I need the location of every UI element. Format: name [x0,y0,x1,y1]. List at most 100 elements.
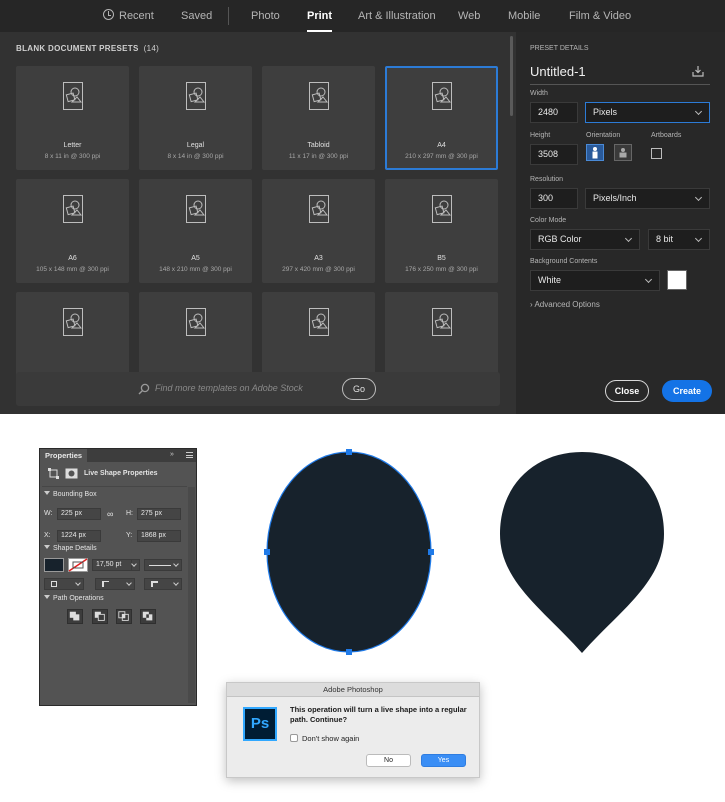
preset-name: Letter [63,142,82,149]
create-button[interactable]: Create [662,380,712,402]
new-document-dialog: Recent Saved Photo Print Art & Illustrat… [0,0,725,414]
stroke-align-dropdown[interactable] [44,578,84,590]
document-preset-icon [309,308,329,336]
dont-show-again-checkbox[interactable] [290,734,298,742]
left-anchor-handle[interactable] [264,549,270,555]
resolution-unit-select[interactable]: Pixels/Inch [585,188,710,209]
color-mode-label: Color Mode [530,217,567,224]
stroke-corners-dropdown[interactable] [144,578,182,590]
stroke-color-swatch[interactable] [68,558,88,572]
live-shape-properties-title: Live Shape Properties [84,470,158,477]
panel-menu-icon[interactable] [186,452,193,458]
properties-scrollbar[interactable] [188,487,195,703]
color-mode-select[interactable]: RGB Color [530,229,640,250]
exclude-overlap-icon[interactable] [140,609,156,624]
stroke-line-icon [149,565,171,566]
preset-card-a6[interactable]: A6 105 x 148 mm @ 300 ppi [16,179,129,283]
close-button[interactable]: Close [605,380,649,402]
preset-name: Tabloid [307,142,330,149]
stroke-caps-dropdown[interactable] [95,578,135,590]
stock-search-bar[interactable]: Find more templates on Adobe Stock Go [16,372,500,406]
artboards-checkbox[interactable] [651,148,662,159]
teardrop-shape-canvas [500,452,664,653]
document-preset-icon [309,195,329,223]
top-anchor-handle[interactable] [346,449,352,455]
tab-photo[interactable]: Photo [251,0,280,32]
document-preset-icon [309,82,329,110]
preset-name: A5 [191,255,200,262]
h-input[interactable]: 275 px [137,508,181,520]
w-label: W: [44,510,53,517]
ellipse-shape-canvas [264,449,434,655]
preset-card-a5[interactable]: A5 148 x 210 mm @ 300 ppi [139,179,252,283]
document-preset-icon [432,195,452,223]
disclosure-icon [44,595,50,599]
document-name-field[interactable]: Untitled-1 [530,64,586,79]
fill-color-swatch[interactable] [44,558,64,572]
bottom-anchor-handle[interactable] [346,649,352,655]
stroke-corners-icon [151,581,158,587]
resolution-input[interactable]: 300 [530,188,578,209]
subtract-shapes-icon[interactable] [92,609,108,624]
preset-card-b5[interactable]: B5 176 x 250 mm @ 300 ppi [385,179,498,283]
background-color-swatch[interactable] [667,270,687,290]
properties-tab[interactable]: Properties [40,449,88,462]
selected-ellipse-shape[interactable] [266,451,432,653]
alert-message: This operation will turn a live shape in… [290,705,467,724]
tab-print[interactable]: Print [307,0,333,32]
mask-icon[interactable] [65,468,78,479]
height-input[interactable]: 3508 [530,144,578,165]
tab-film-video[interactable]: Film & Video [569,0,631,32]
bit-depth-select[interactable]: 8 bit [648,229,710,250]
width-label: Width [530,90,548,97]
stroke-align-icon [51,581,57,587]
presets-scrollbar[interactable] [510,36,513,116]
collapse-icon[interactable]: » [170,451,174,458]
preset-card-a4[interactable]: A4 210 x 297 mm @ 300 ppi [385,66,498,170]
artboards-label: Artboards [651,132,682,139]
right-anchor-handle[interactable] [428,549,434,555]
portrait-orientation-icon[interactable] [586,144,604,161]
resolution-label: Resolution [530,176,564,183]
preset-card-legal[interactable]: Legal 8 x 14 in @ 300 ppi [139,66,252,170]
height-label: Height [530,132,551,139]
y-input[interactable]: 1868 px [137,530,181,542]
preset-card-letter[interactable]: Letter 8 x 11 in @ 300 ppi [16,66,129,170]
landscape-orientation-icon[interactable] [614,144,632,161]
link-icon[interactable]: ∞ [107,509,113,519]
w-input[interactable]: 225 px [57,508,101,520]
preset-card-a3[interactable]: A3 297 x 420 mm @ 300 ppi [262,179,375,283]
stock-search-placeholder: Find more templates on Adobe Stock [155,383,303,393]
preset-size: 176 x 250 mm @ 300 ppi [405,266,478,273]
background-contents-label: Background Contents [530,258,598,265]
shape-details-label: Shape Details [53,545,97,552]
width-input[interactable]: 2480 [530,102,578,123]
no-button[interactable]: No [366,754,411,767]
combine-shapes-icon[interactable] [67,609,83,624]
save-preset-icon[interactable] [692,66,704,77]
shape-details-section[interactable]: Shape Details [44,545,97,552]
background-contents-select[interactable]: White [530,270,660,291]
tab-art-illustration[interactable]: Art & Illustration [358,0,436,32]
go-button[interactable]: Go [342,378,376,400]
bounding-box-section[interactable]: Bounding Box [44,491,97,498]
teardrop-path-shape[interactable] [500,452,664,653]
yes-button[interactable]: Yes [421,754,466,767]
preset-card-tabloid[interactable]: Tabloid 11 x 17 in @ 300 ppi [262,66,375,170]
tab-saved[interactable]: Saved [181,0,212,32]
advanced-options-label: Advanced Options [534,300,600,309]
search-icon [138,383,150,395]
tab-recent[interactable]: Recent [103,0,154,32]
stroke-width-dropdown[interactable] [131,559,140,571]
document-preset-icon [186,308,206,336]
tab-web[interactable]: Web [458,0,480,32]
intersect-shapes-icon[interactable] [116,609,132,624]
preset-size: 11 x 17 in @ 300 ppi [288,153,349,160]
path-operations-section[interactable]: Path Operations [44,595,104,602]
x-input[interactable]: 1224 px [57,530,101,542]
tab-label: Recent [119,10,154,22]
stroke-style-dropdown[interactable] [144,559,182,571]
tab-mobile[interactable]: Mobile [508,0,540,32]
advanced-options-toggle[interactable]: › Advanced Options [530,300,600,309]
width-unit-select[interactable]: Pixels [585,102,710,123]
